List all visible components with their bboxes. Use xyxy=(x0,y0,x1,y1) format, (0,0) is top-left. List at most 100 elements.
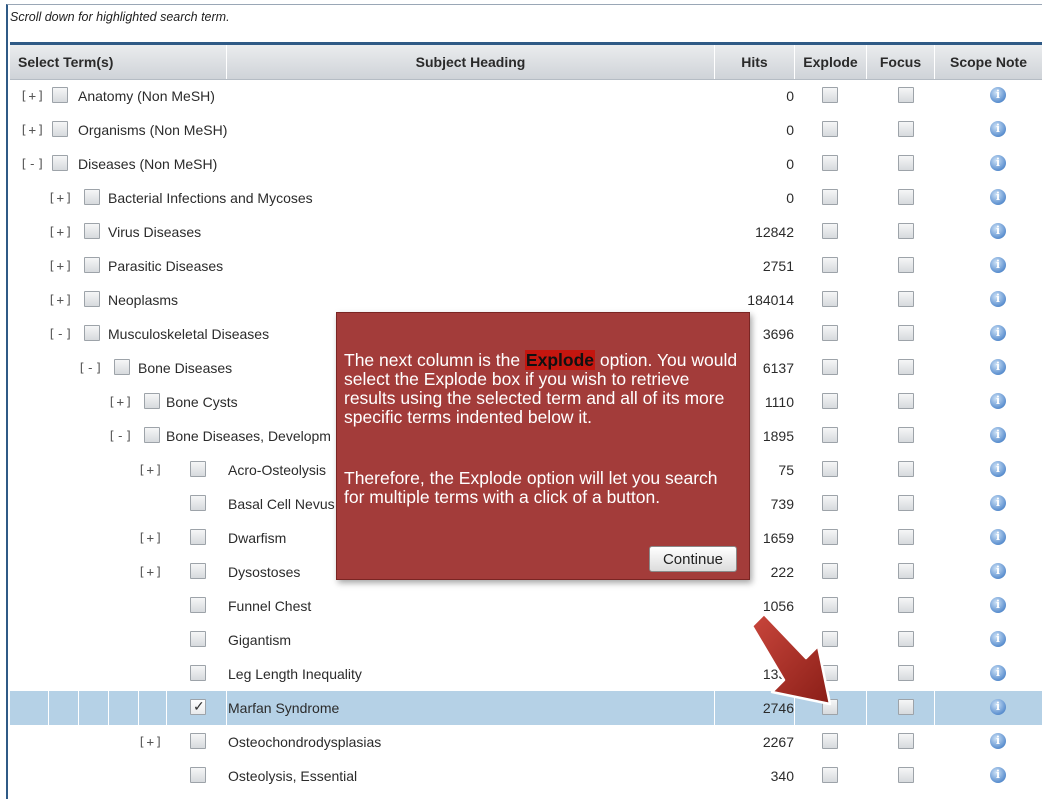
focus-checkbox[interactable] xyxy=(898,631,914,647)
info-icon[interactable]: i xyxy=(990,257,1006,273)
subject-heading-link[interactable]: Virus Diseases xyxy=(108,215,201,249)
select-term-checkbox[interactable] xyxy=(190,495,206,511)
subject-heading-link[interactable]: Acro-Osteolysis xyxy=(228,453,326,487)
subject-heading-link[interactable]: Bone Diseases xyxy=(138,351,232,385)
explode-checkbox[interactable] xyxy=(822,393,838,409)
focus-checkbox[interactable] xyxy=(898,257,914,273)
info-icon[interactable]: i xyxy=(990,155,1006,171)
info-icon[interactable]: i xyxy=(990,121,1006,137)
subject-heading-link[interactable]: Funnel Chest xyxy=(228,589,311,623)
expand-toggle[interactable]: [+] xyxy=(20,79,46,113)
explode-checkbox[interactable] xyxy=(822,495,838,511)
expand-toggle[interactable]: [-] xyxy=(78,351,104,385)
continue-button[interactable]: Continue xyxy=(649,546,737,572)
focus-checkbox[interactable] xyxy=(898,767,914,783)
focus-checkbox[interactable] xyxy=(898,359,914,375)
select-term-checkbox[interactable] xyxy=(190,597,206,613)
select-term-checkbox[interactable] xyxy=(114,359,130,375)
select-term-checkbox[interactable] xyxy=(52,87,68,103)
info-icon[interactable]: i xyxy=(990,767,1006,783)
explode-checkbox[interactable] xyxy=(822,257,838,273)
info-icon[interactable]: i xyxy=(990,427,1006,443)
info-icon[interactable]: i xyxy=(990,223,1006,239)
expand-toggle[interactable]: [+] xyxy=(138,521,164,555)
explode-checkbox[interactable] xyxy=(822,529,838,545)
explode-checkbox[interactable] xyxy=(822,767,838,783)
select-term-checkbox[interactable] xyxy=(190,698,206,715)
subject-heading-link[interactable]: Basal Cell Nevus xyxy=(228,487,335,521)
focus-checkbox[interactable] xyxy=(898,563,914,579)
explode-checkbox[interactable] xyxy=(822,427,838,443)
focus-checkbox[interactable] xyxy=(898,223,914,239)
info-icon[interactable]: i xyxy=(990,563,1006,579)
select-term-checkbox[interactable] xyxy=(190,461,206,477)
select-term-checkbox[interactable] xyxy=(52,155,68,171)
subject-heading-link[interactable]: Dysostoses xyxy=(228,555,300,589)
focus-checkbox[interactable] xyxy=(898,597,914,613)
subject-heading-link[interactable]: Bone Cysts xyxy=(166,385,238,419)
info-icon[interactable]: i xyxy=(990,529,1006,545)
info-icon[interactable]: i xyxy=(990,87,1006,103)
select-term-checkbox[interactable] xyxy=(190,767,206,783)
explode-checkbox[interactable] xyxy=(822,87,838,103)
subject-heading-link[interactable]: Leg Length Inequality xyxy=(228,657,362,691)
info-icon[interactable]: i xyxy=(990,393,1006,409)
info-icon[interactable]: i xyxy=(990,733,1006,749)
subject-heading-link[interactable]: Gigantism xyxy=(228,623,291,657)
subject-heading-link[interactable]: Musculoskeletal Diseases xyxy=(108,317,269,351)
expand-toggle[interactable]: [+] xyxy=(108,385,134,419)
focus-checkbox[interactable] xyxy=(898,461,914,477)
focus-checkbox[interactable] xyxy=(898,427,914,443)
focus-checkbox[interactable] xyxy=(898,665,914,681)
explode-checkbox[interactable] xyxy=(822,121,838,137)
focus-checkbox[interactable] xyxy=(898,121,914,137)
info-icon[interactable]: i xyxy=(990,325,1006,341)
info-icon[interactable]: i xyxy=(990,665,1006,681)
select-term-checkbox[interactable] xyxy=(190,631,206,647)
expand-toggle[interactable]: [+] xyxy=(48,181,74,215)
subject-heading-link[interactable]: Bacterial Infections and Mycoses xyxy=(108,181,313,215)
subject-heading-link[interactable]: Diseases (Non MeSH) xyxy=(78,147,217,181)
expand-toggle[interactable]: [-] xyxy=(20,147,46,181)
expand-toggle[interactable]: [+] xyxy=(48,249,74,283)
expand-toggle[interactable]: [+] xyxy=(138,453,164,487)
info-icon[interactable]: i xyxy=(990,189,1006,205)
focus-checkbox[interactable] xyxy=(898,189,914,205)
explode-checkbox[interactable] xyxy=(822,733,838,749)
select-term-checkbox[interactable] xyxy=(84,189,100,205)
focus-checkbox[interactable] xyxy=(898,495,914,511)
select-term-checkbox[interactable] xyxy=(190,665,206,681)
info-icon[interactable]: i xyxy=(990,597,1006,613)
expand-toggle[interactable]: [+] xyxy=(48,215,74,249)
select-term-checkbox[interactable] xyxy=(144,393,160,409)
info-icon[interactable]: i xyxy=(990,291,1006,307)
explode-checkbox[interactable] xyxy=(822,223,838,239)
select-term-checkbox[interactable] xyxy=(84,291,100,307)
select-term-checkbox[interactable] xyxy=(144,427,160,443)
subject-heading-link[interactable]: Parasitic Diseases xyxy=(108,249,223,283)
focus-checkbox[interactable] xyxy=(898,325,914,341)
expand-toggle[interactable]: [-] xyxy=(48,317,74,351)
subject-heading-link[interactable]: Osteochondrodysplasias xyxy=(228,725,381,759)
explode-checkbox[interactable] xyxy=(822,189,838,205)
subject-heading-link[interactable]: Anatomy (Non MeSH) xyxy=(78,79,215,113)
subject-heading-link[interactable]: Dwarfism xyxy=(228,521,286,555)
expand-toggle[interactable]: [+] xyxy=(48,283,74,317)
subject-heading-link[interactable]: Osteolysis, Essential xyxy=(228,759,357,793)
select-term-checkbox[interactable] xyxy=(190,733,206,749)
select-term-checkbox[interactable] xyxy=(84,325,100,341)
focus-checkbox[interactable] xyxy=(898,529,914,545)
select-term-checkbox[interactable] xyxy=(190,563,206,579)
expand-toggle[interactable]: [+] xyxy=(20,113,46,147)
select-term-checkbox[interactable] xyxy=(84,257,100,273)
select-term-checkbox[interactable] xyxy=(84,223,100,239)
info-icon[interactable]: i xyxy=(990,631,1006,647)
focus-checkbox[interactable] xyxy=(898,733,914,749)
select-term-checkbox[interactable] xyxy=(52,121,68,137)
explode-checkbox[interactable] xyxy=(822,461,838,477)
explode-checkbox[interactable] xyxy=(822,325,838,341)
subject-heading-link[interactable]: Organisms (Non MeSH) xyxy=(78,113,227,147)
explode-checkbox[interactable] xyxy=(822,155,838,171)
explode-checkbox[interactable] xyxy=(822,359,838,375)
focus-checkbox[interactable] xyxy=(898,291,914,307)
